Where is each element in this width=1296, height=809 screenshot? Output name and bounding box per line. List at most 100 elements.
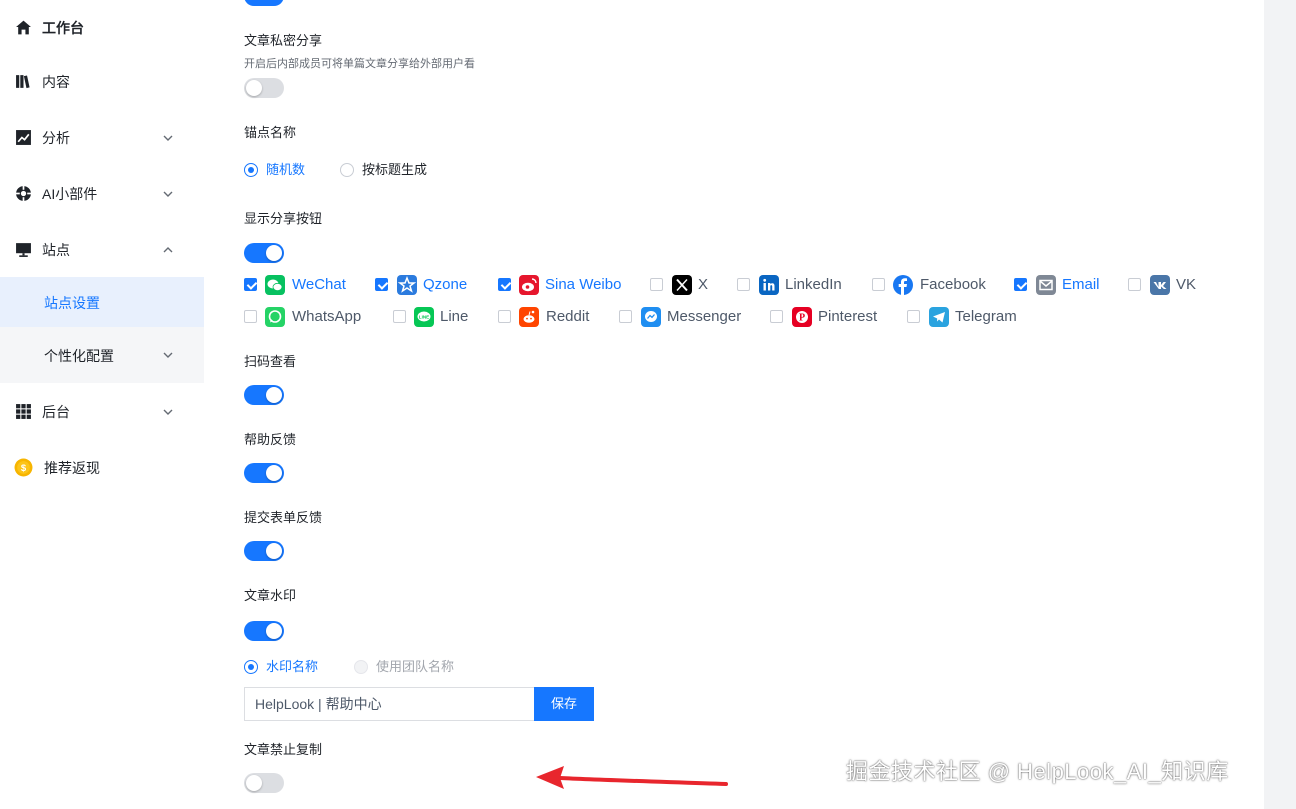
no-copy-title: 文章禁止复制 [244,742,323,757]
sidebar-subitem-label: 个性化配置 [44,348,114,364]
share-line-label[interactable]: Line [440,307,468,327]
no-copy-toggle[interactable] [244,773,284,793]
share-telegram-checkbox[interactable] [907,310,920,323]
main-content: 文章私密分享 开启后内部成员可将单篇文章分享给外部用户看 锚点名称 随机数 按标… [204,0,1264,809]
weibo-icon [519,275,539,295]
help-feedback-title: 帮助反馈 [244,432,297,447]
chevron-down-icon [163,409,173,415]
share-vk-checkbox[interactable] [1128,278,1141,291]
private-share-desc: 开启后内部成员可将单篇文章分享给外部用户看 [244,58,475,70]
save-button[interactable]: 保存 [534,687,594,721]
watermark-text-input[interactable] [244,687,534,721]
share-linkedin-label[interactable]: LinkedIn [785,275,842,295]
share-messenger-checkbox[interactable] [619,310,632,323]
share-x-checkbox[interactable] [650,278,663,291]
sidebar-item-label: 后台 [42,404,70,420]
linkedin-icon [759,275,779,295]
ai-widget-icon [15,185,32,202]
share-vk-label[interactable]: VK [1176,275,1196,295]
grid-icon [16,404,31,419]
sidebar-item-referral[interactable]: $ 推荐返现 [0,440,204,496]
sidebar-item-content[interactable]: 内容 [0,54,204,110]
anchor-random-radio[interactable] [244,163,258,177]
sidebar-item-workbench[interactable]: 工作台 [0,0,204,56]
anchor-random-label[interactable]: 随机数 [266,161,305,179]
chevron-up-icon [163,247,173,253]
svg-text:$: $ [21,463,27,474]
share-line-checkbox[interactable] [393,310,406,323]
watermark-title: 文章水印 [244,588,297,603]
private-share-title: 文章私密分享 [244,33,323,48]
watermark-team-label[interactable]: 使用团队名称 [376,658,454,676]
line-icon: LINE [414,307,434,327]
toggle-switch[interactable] [244,0,284,6]
wechat-icon [265,275,285,295]
form-feedback-toggle[interactable] [244,541,284,561]
anchor-heading-label[interactable]: 按标题生成 [362,161,427,179]
sidebar-subitem-personalization[interactable]: 个性化配置 [0,330,204,380]
reddit-icon [519,307,539,327]
share-pinterest-label[interactable]: Pinterest [818,307,877,327]
sidebar-subitem-site-settings[interactable]: 站点设置 [0,277,204,327]
annotation-arrow [536,766,728,789]
pinterest-icon: P [792,307,812,327]
chevron-down-icon [163,352,173,358]
chart-icon [16,130,31,145]
svg-text:LINE: LINE [419,314,429,319]
sidebar: 工作台 内容 分析 AI小部件 站点 站点设置 个性化配置 后台 $ 推荐返现 [0,0,204,809]
share-weibo-label[interactable]: Sina Weibo [545,275,621,295]
share-qzone-label[interactable]: Qzone [423,275,467,295]
watermark-overlay-text: 掘金技术社区 @ HelpLook_AI_知识库 [846,759,1229,784]
share-buttons-toggle[interactable] [244,243,284,263]
sidebar-item-label: 内容 [42,74,70,90]
form-feedback-title: 提交表单反馈 [244,510,323,525]
share-whatsapp-label[interactable]: WhatsApp [292,307,361,327]
share-facebook-checkbox[interactable] [872,278,885,291]
site-submenu: 站点设置 个性化配置 [0,277,204,383]
share-email-checkbox[interactable] [1014,278,1027,291]
email-icon [1036,275,1056,295]
watermark-toggle[interactable] [244,621,284,641]
share-buttons-title: 显示分享按钮 [244,211,323,226]
share-x-label[interactable]: X [698,275,708,295]
watermark-name-label[interactable]: 水印名称 [266,658,318,676]
share-messenger-label[interactable]: Messenger [667,307,741,327]
share-wechat-label[interactable]: WeChat [292,275,346,295]
book-icon [16,75,30,89]
coin-icon: $ [14,458,33,477]
telegram-icon [929,307,949,327]
sidebar-item-analytics[interactable]: 分析 [0,110,204,166]
watermark-team-radio[interactable] [354,660,368,674]
share-telegram-label[interactable]: Telegram [955,307,1017,327]
private-share-toggle[interactable] [244,78,284,98]
home-icon [16,20,31,35]
sidebar-item-site[interactable]: 站点 [0,222,204,278]
share-reddit-label[interactable]: Reddit [546,307,589,327]
share-qzone-checkbox[interactable] [375,278,388,291]
help-feedback-toggle[interactable] [244,463,284,483]
watermark-name-radio[interactable] [244,660,258,674]
share-facebook-label[interactable]: Facebook [920,275,986,295]
share-wechat-checkbox[interactable] [244,278,257,291]
sidebar-item-label: 站点 [42,242,70,258]
whatsapp-icon [265,307,285,327]
sidebar-item-label: 工作台 [42,20,84,36]
share-reddit-checkbox[interactable] [498,310,511,323]
monitor-icon [16,243,31,257]
share-pinterest-checkbox[interactable] [770,310,783,323]
share-email-label[interactable]: Email [1062,275,1100,295]
qr-view-toggle[interactable] [244,385,284,405]
chevron-down-icon [163,135,173,141]
anchor-title: 锚点名称 [244,125,297,140]
sidebar-subitem-label: 站点设置 [44,295,100,311]
qzone-icon [397,275,417,295]
sidebar-item-ai-widget[interactable]: AI小部件 [0,166,204,222]
share-whatsapp-checkbox[interactable] [244,310,257,323]
anchor-heading-radio[interactable] [340,163,354,177]
facebook-icon [893,275,913,295]
share-weibo-checkbox[interactable] [498,278,511,291]
sidebar-item-backend[interactable]: 后台 [0,384,204,440]
svg-text:P: P [799,313,805,324]
qr-view-title: 扫码查看 [244,354,297,369]
share-linkedin-checkbox[interactable] [737,278,750,291]
